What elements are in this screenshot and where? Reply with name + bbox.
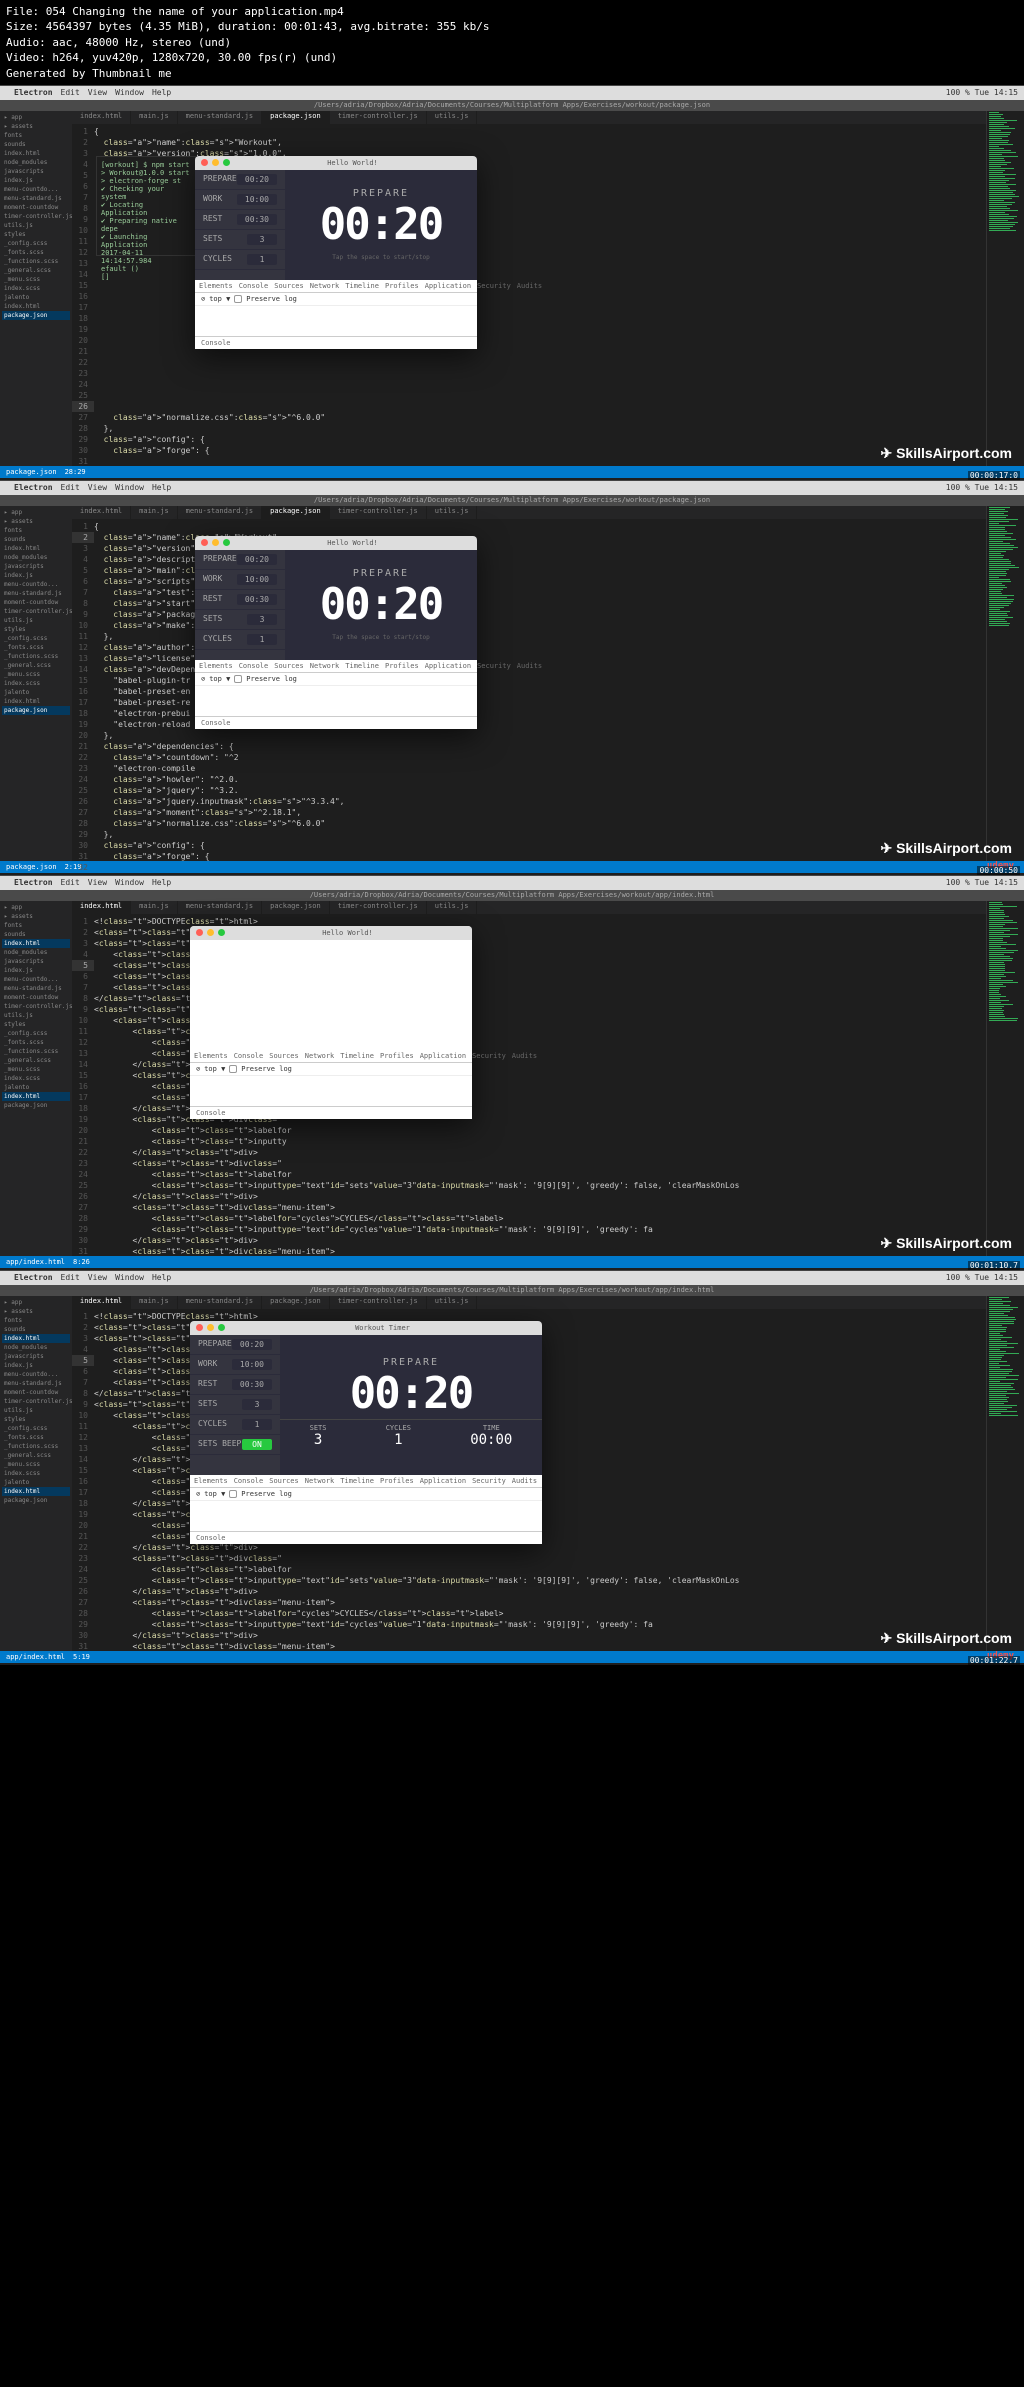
window-title: Workout Timer [229,1324,536,1332]
console-drawer[interactable]: Console [195,336,477,349]
workout-main[interactable]: PREPARE 00:20 Tap the space to start/sto… [285,170,477,280]
editor-tabs[interactable]: index.htmlmain.jsmenu-standard.jspackage… [72,901,986,914]
app-menu[interactable]: Electron [14,88,53,97]
menubar-status: 100 % Tue 14:15 [946,88,1018,97]
electron-app-window[interactable]: Hello World! PREPARE00:20 WORK10:00 REST… [195,156,477,349]
video-frame-3: ElectronEditViewWindowHelp100 % Tue 14:1… [0,875,1024,1270]
file-explorer[interactable]: ▸ app▸ assets fonts sounds index.html no… [0,901,72,1256]
macos-menubar[interactable]: Electron Edit View Window Help 100 % Tue… [0,86,1024,100]
beep-toggle[interactable]: ON [242,1439,272,1450]
maximize-icon[interactable] [223,159,230,166]
file-explorer[interactable]: ▸ app▸ assets fonts sounds index.html no… [0,1296,72,1651]
clear-icon[interactable]: ⊘ [201,295,205,303]
timer-display: 00:20 [320,199,442,250]
editor-tabs[interactable]: index.htmlmain.jsmenu-standard.jspackage… [72,111,986,124]
minimize-icon[interactable] [212,159,219,166]
watermark: SkillsAirport.com [880,445,1012,462]
file-metadata: File: 054 Changing the name of your appl… [0,0,1024,85]
electron-app-window-blank[interactable]: Hello World! ElementsConsoleSourcesNetwo… [190,926,472,1119]
minimap[interactable] [986,111,1024,466]
minimap[interactable] [986,506,1024,861]
window-titlebar: /Users/adria/Dropbox/Adria/Documents/Cou… [0,100,1024,111]
electron-app-window[interactable]: Hello World! PREPARE00:20 WORK10:00 REST… [195,536,477,729]
file-explorer[interactable]: ▸ app▸ assets fonts sounds index.html no… [0,506,72,861]
video-frame-1: Electron Edit View Window Help 100 % Tue… [0,85,1024,480]
preserve-log-checkbox[interactable] [234,295,242,303]
minimap[interactable] [986,1296,1024,1651]
close-icon[interactable] [201,159,208,166]
devtools[interactable]: ElementsConsoleSourcesNetworkTimelinePro… [195,280,477,349]
file-explorer[interactable]: ▸ app▸ assets fonts sounds index.html no… [0,111,72,466]
editor-tabs[interactable]: index.htmlmain.jsmenu-standard.jspackage… [72,1296,986,1309]
electron-app-window[interactable]: Workout Timer PREPARE00:20 WORK10:00 RES… [190,1321,542,1544]
terminal[interactable]: [workout] $ npm start> Workout@1.0.0 sta… [96,156,196,256]
minimap[interactable] [986,901,1024,1256]
workout-sidebar[interactable]: PREPARE00:20 WORK10:00 REST00:30 SETS3 C… [195,170,285,280]
video-frame-2: ElectronEditViewWindowHelp100 % Tue 14:1… [0,480,1024,875]
video-frame-4: ElectronEditViewWindowHelp100 % Tue 14:1… [0,1270,1024,1665]
window-title: Hello World! [234,159,471,167]
editor-tabs[interactable]: index.htmlmain.jsmenu-standard.jspackage… [72,506,986,519]
timestamp: 00:00:17:0 [968,471,1020,480]
